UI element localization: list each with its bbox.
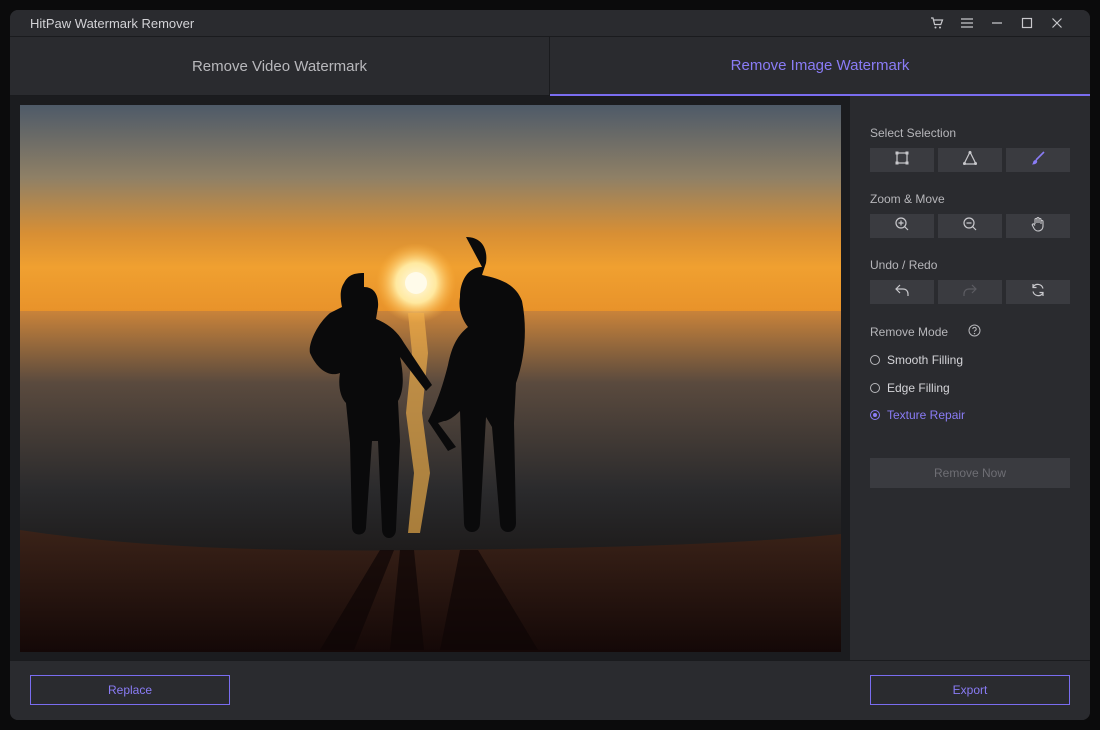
radio-smooth-filling[interactable] (870, 355, 880, 365)
polygon-select-button[interactable] (938, 148, 1002, 172)
sunset-photo (20, 105, 841, 652)
tab-remove-image-watermark[interactable]: Remove Image Watermark (550, 37, 1090, 96)
replace-button[interactable]: Replace (30, 675, 230, 705)
mode-tabs: Remove Video Watermark Remove Image Wate… (10, 36, 1090, 96)
minimize-icon[interactable] (986, 13, 1008, 33)
app-title: HitPaw Watermark Remover (30, 16, 195, 31)
radio-edge-filling[interactable] (870, 383, 880, 393)
zoom-in-button[interactable] (870, 214, 934, 238)
title-bar: HitPaw Watermark Remover (10, 10, 1090, 36)
remove-mode-edge-filling[interactable]: Edge Filling (870, 381, 950, 395)
image-canvas[interactable] (20, 105, 841, 652)
close-icon[interactable] (1046, 13, 1068, 33)
reset-icon (1030, 282, 1046, 303)
redo-icon (962, 282, 978, 303)
canvas-area (10, 96, 850, 660)
tab-remove-video-watermark[interactable]: Remove Video Watermark (10, 37, 550, 96)
texture-repair-label: Texture Repair (887, 408, 966, 422)
maximize-icon[interactable] (1016, 13, 1038, 33)
help-icon[interactable] (968, 324, 981, 342)
rectangle-select-icon (894, 150, 910, 171)
edge-filling-label: Edge Filling (887, 381, 950, 395)
brush-icon (1030, 150, 1046, 171)
zoom-out-button[interactable] (938, 214, 1002, 238)
export-button[interactable]: Export (870, 675, 1070, 705)
undo-icon (894, 282, 910, 303)
tools-panel: Select Selection Zoom & Move Undo / Redo (850, 96, 1090, 660)
polygon-select-icon (962, 150, 978, 171)
zoom-move-label: Zoom & Move (870, 192, 945, 206)
undo-redo-label: Undo / Redo (870, 258, 938, 272)
app-window: HitPaw Watermark Remover Remove Video Wa… (10, 10, 1090, 720)
cart-icon[interactable] (926, 13, 948, 33)
remove-now-button[interactable]: Remove Now (870, 458, 1070, 488)
zoom-out-icon (962, 216, 978, 237)
menu-icon[interactable] (956, 13, 978, 33)
zoom-in-icon (894, 216, 910, 237)
brush-select-button[interactable] (1006, 148, 1070, 172)
remove-mode-label: Remove Mode (870, 325, 949, 339)
reset-button[interactable] (1006, 280, 1070, 304)
remove-mode-texture-repair[interactable]: Texture Repair (870, 408, 965, 422)
smooth-filling-label: Smooth Filling (887, 353, 964, 367)
rectangle-select-button[interactable] (870, 148, 934, 172)
bottom-bar: Replace Export (10, 660, 1090, 720)
remove-mode-smooth-filling[interactable]: Smooth Filling (870, 353, 963, 367)
undo-button[interactable] (870, 280, 934, 304)
redo-button[interactable] (938, 280, 1002, 304)
hand-icon (1030, 216, 1046, 237)
select-selection-label: Select Selection (870, 126, 957, 140)
radio-texture-repair[interactable] (870, 410, 880, 420)
hand-move-button[interactable] (1006, 214, 1070, 238)
